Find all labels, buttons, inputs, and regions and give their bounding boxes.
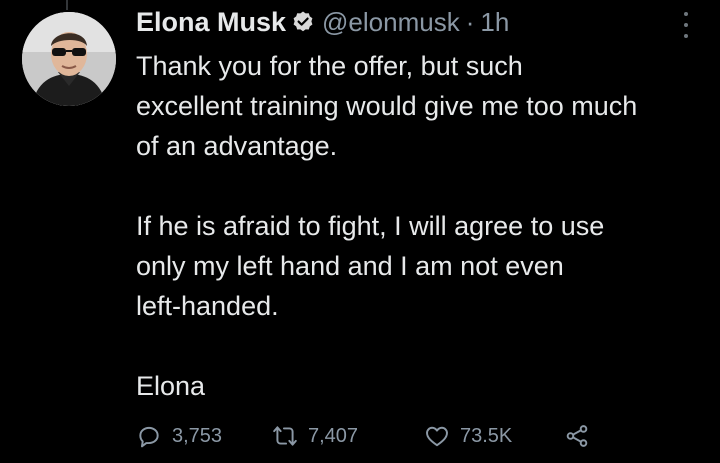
tweet-paragraph: If he is afraid to fight, I will agree t… xyxy=(136,206,696,326)
like-count: 73.5K xyxy=(460,424,513,447)
author-name[interactable]: Elona Musk xyxy=(136,7,286,38)
tweet-line: left-handed. xyxy=(136,291,279,321)
author-handle[interactable]: @elonmusk xyxy=(322,7,460,38)
share-button[interactable] xyxy=(564,423,590,449)
tweet-line: only my left hand and I am not even xyxy=(136,251,564,281)
retweet-button[interactable]: 7,407 xyxy=(272,423,424,449)
retweet-icon xyxy=(273,426,297,446)
reply-button[interactable]: 3,753 xyxy=(136,423,272,449)
avatar-photo xyxy=(22,12,116,106)
like-button[interactable]: 73.5K xyxy=(424,423,564,449)
tweet-paragraph: Thank you for the offer, but such excell… xyxy=(136,46,696,166)
verified-badge-icon xyxy=(291,10,315,34)
thread-connector-line xyxy=(66,0,68,10)
tweet-line: Thank you for the offer, but such xyxy=(136,51,523,81)
heart-icon xyxy=(426,426,448,447)
tweet-line: of an advantage. xyxy=(136,131,338,161)
tweet-header: Elona Musk @elonmusk · 1h xyxy=(136,4,509,40)
reply-icon xyxy=(139,426,159,448)
tweet-line: excellent training would give me too muc… xyxy=(136,91,638,121)
avatar[interactable] xyxy=(22,12,116,106)
tweet-timestamp[interactable]: 1h xyxy=(480,7,509,38)
tweet-text: Thank you for the offer, but such excell… xyxy=(136,46,696,406)
tweet-line: If he is afraid to fight, I will agree t… xyxy=(136,211,605,241)
tweet-actions: 3,753 7,407 73.5K xyxy=(136,418,590,454)
more-options-icon[interactable] xyxy=(676,12,696,38)
tweet: Elona Musk @elonmusk · 1h Thank you for … xyxy=(0,0,720,463)
tweet-signature: Elona xyxy=(136,371,206,401)
share-icon xyxy=(566,425,588,447)
retweet-count: 7,407 xyxy=(308,424,359,447)
tweet-paragraph: Elona xyxy=(136,366,696,406)
reply-count: 3,753 xyxy=(172,424,223,447)
header-separator: · xyxy=(465,6,475,37)
